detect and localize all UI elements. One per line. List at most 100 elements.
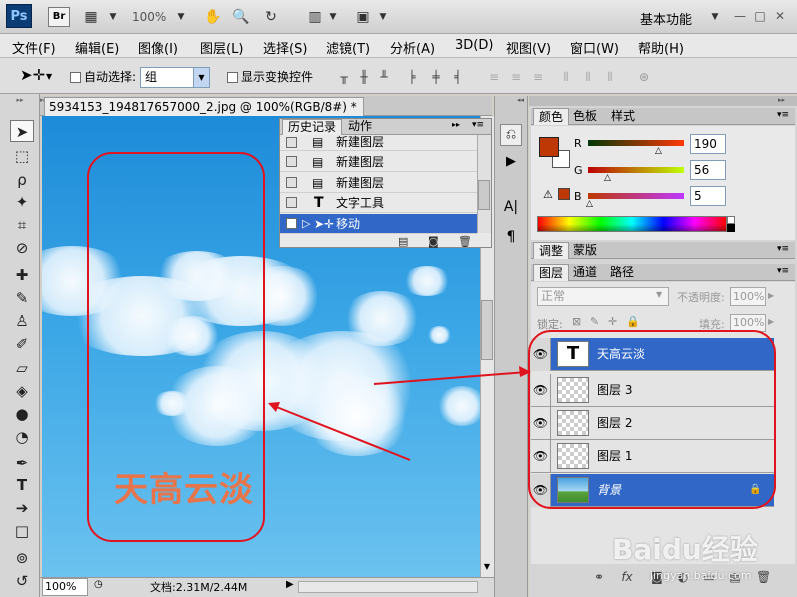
menu-select[interactable]: 选择(S) — [263, 38, 307, 57]
scrollbar-thumb[interactable] — [481, 300, 493, 360]
layer-visibility-eye-icon[interactable]: 👁 — [531, 440, 551, 473]
screen-mode-chevron-icon[interactable]: ▼ — [374, 8, 392, 26]
tab-actions[interactable]: 动作 — [343, 119, 377, 135]
magic-wand-tool-icon[interactable]: ✦ — [10, 191, 34, 213]
align-top-icon[interactable]: ╥ — [336, 69, 352, 85]
history-row[interactable]: ▤ 新建图层 — [280, 152, 477, 172]
foreground-color-swatch[interactable] — [539, 137, 559, 157]
menu-file[interactable]: 文件(F) — [12, 38, 56, 57]
chevron-down-icon[interactable]: ▼ — [104, 8, 122, 26]
status-zoom-field[interactable]: 100% — [42, 578, 88, 596]
out-of-gamut-warning-icon[interactable]: ⚠ — [543, 188, 553, 201]
g-slider[interactable] — [588, 167, 684, 173]
tab-styles[interactable]: 样式 — [606, 108, 640, 125]
eyedropper-tool-icon[interactable]: ⊘ — [10, 237, 34, 259]
r-value-input[interactable]: 190 — [690, 134, 726, 154]
gamut-color-swatch[interactable] — [558, 188, 570, 200]
restore-button[interactable]: □ — [752, 8, 768, 24]
distribute-top-icon[interactable]: ≡ — [486, 69, 502, 85]
fill-arrow-icon[interactable]: ▶ — [768, 317, 774, 326]
healing-brush-tool-icon[interactable]: ✚ — [10, 264, 34, 286]
status-info-icon[interactable]: ◷ — [94, 579, 108, 593]
menu-edit[interactable]: 编辑(E) — [75, 38, 119, 57]
clone-stamp-tool-icon[interactable]: ♙ — [10, 310, 34, 332]
menu-3d[interactable]: 3D(D) — [455, 38, 493, 53]
color-spectrum-bar[interactable] — [537, 216, 727, 232]
opacity-input[interactable]: 100% — [730, 287, 766, 306]
distribute-vcenter-icon[interactable]: ≡ — [508, 69, 524, 85]
lock-image-icon[interactable]: ✎ — [590, 315, 599, 328]
history-row[interactable]: ▤ 新建图层 — [280, 173, 477, 193]
crop-tool-icon[interactable]: ⌗ — [10, 214, 34, 236]
new-snapshot-icon[interactable]: ◙ — [428, 235, 439, 248]
menu-image[interactable]: 图像(I) — [138, 38, 178, 57]
b-value-input[interactable]: 5 — [690, 186, 726, 206]
align-bottom-icon[interactable]: ╨ — [376, 69, 392, 85]
preset-chevron-icon[interactable]: ▼ — [46, 72, 52, 81]
auto-align-icon[interactable]: ⊛ — [636, 69, 652, 85]
3d-orbit-tool-icon[interactable]: ↺ — [10, 570, 34, 592]
tab-masks[interactable]: 蒙版 — [568, 242, 602, 259]
menu-layer[interactable]: 图层(L) — [200, 38, 243, 57]
hand-tool-icon[interactable]: ✋ — [204, 8, 222, 26]
lasso-tool-icon[interactable]: ρ — [10, 169, 34, 191]
layer-row[interactable]: 👁 图层 3 — [531, 374, 774, 407]
history-row[interactable]: ▤ 新建图层 — [280, 135, 477, 151]
menu-analysis[interactable]: 分析(A) — [390, 38, 435, 57]
distribute-left-icon[interactable]: ⫴ — [558, 69, 574, 85]
status-menu-arrow-icon[interactable]: ▶ — [286, 579, 294, 590]
dropdown-chevron-icon[interactable]: ▼ — [193, 68, 209, 87]
dock-collapse-icon[interactable]: ◂◂ — [517, 96, 524, 104]
blend-mode-dropdown[interactable]: 正常 — [537, 287, 669, 306]
color-panel-menu-icon[interactable]: ▾≡ — [777, 110, 789, 120]
tab-channels[interactable]: 通道 — [568, 264, 602, 281]
layer-visibility-eye-icon[interactable]: 👁 — [531, 374, 551, 407]
tab-layers[interactable]: 图层 — [533, 264, 570, 281]
layers-panel-menu-icon[interactable]: ▾≡ — [777, 266, 789, 276]
marquee-tool-icon[interactable]: ⬚ — [10, 145, 34, 167]
lock-transparent-icon[interactable]: ⊠ — [572, 315, 581, 328]
tab-history[interactable]: 历史记录 — [282, 119, 343, 135]
g-value-input[interactable]: 56 — [690, 160, 726, 180]
layer-visibility-eye-icon[interactable]: 👁 — [531, 407, 551, 440]
b-slider[interactable] — [588, 193, 684, 199]
fill-input[interactable]: 100% — [730, 314, 766, 332]
screen-mode-icon[interactable]: ▣ — [354, 8, 372, 26]
layer-row[interactable]: 👁 图层 2 — [531, 407, 774, 440]
history-scroll-thumb[interactable] — [478, 180, 490, 210]
r-slider-handle-icon[interactable]: △ — [655, 146, 662, 156]
layer-visibility-eye-icon[interactable]: 👁 — [531, 474, 551, 507]
path-selection-tool-icon[interactable]: ➔ — [10, 497, 34, 519]
lock-position-icon[interactable]: ✛ — [608, 315, 617, 328]
distribute-right-icon[interactable]: ⫴ — [602, 69, 618, 85]
arrange-chevron-icon[interactable]: ▼ — [324, 8, 342, 26]
delete-layer-icon[interactable]: 🗑 — [756, 570, 771, 584]
lock-all-icon[interactable]: 🔒 — [626, 315, 640, 328]
document-tab[interactable]: 5934153_194817657000_2.jpg @ 100%(RGB/8#… — [44, 97, 364, 132]
minimize-button[interactable]: — — [732, 8, 748, 24]
blur-tool-icon[interactable]: ● — [10, 403, 34, 425]
align-left-icon[interactable]: ╞ — [404, 69, 420, 85]
delete-state-icon[interactable]: 🗑 — [458, 235, 472, 248]
layer-visibility-eye-icon[interactable]: 👁 — [531, 338, 551, 371]
r-slider[interactable] — [588, 140, 684, 146]
menu-help[interactable]: 帮助(H) — [638, 38, 684, 57]
spectrum-black-swatch[interactable] — [727, 224, 735, 232]
align-right-icon[interactable]: ╡ — [450, 69, 466, 85]
move-tool-preset-icon[interactable]: ➤✛ — [20, 66, 45, 84]
layer-row-text[interactable]: 👁 T 天高云淡 — [531, 338, 774, 371]
tab-paths[interactable]: 路径 — [605, 264, 639, 281]
blend-mode-chevron-icon[interactable]: ▼ — [656, 290, 662, 299]
workspace-chevron-icon[interactable]: ▼ — [706, 8, 724, 26]
distribute-bottom-icon[interactable]: ≡ — [530, 69, 546, 85]
scroll-down-icon[interactable]: ▼ — [481, 562, 493, 576]
g-slider-handle-icon[interactable]: △ — [604, 173, 611, 183]
show-transform-checkbox[interactable] — [227, 72, 238, 83]
horizontal-scrollbar[interactable] — [298, 581, 478, 593]
tab-swatches[interactable]: 色板 — [568, 108, 602, 125]
opacity-arrow-icon[interactable]: ▶ — [768, 291, 774, 300]
workspace-switcher[interactable]: 基本功能 — [640, 9, 692, 28]
menu-filter[interactable]: 滤镜(T) — [326, 38, 370, 57]
zoom-chevron-down-icon[interactable]: ▼ — [172, 8, 190, 26]
spectrum-white-swatch[interactable] — [727, 216, 735, 224]
